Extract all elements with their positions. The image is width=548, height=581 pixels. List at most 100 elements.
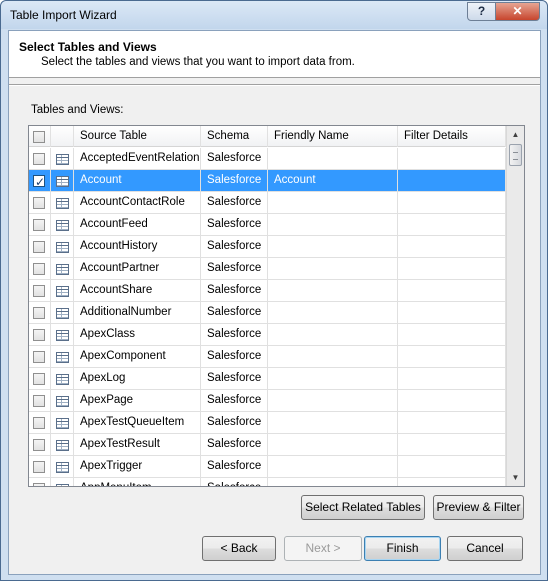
table-row[interactable]: AccountContactRole Salesforce <box>29 192 506 214</box>
row-checkbox[interactable] <box>33 439 45 451</box>
table-row[interactable]: ApexTestQueueItem Salesforce <box>29 412 506 434</box>
table-row[interactable]: AppMenuItemSalesforce <box>29 478 506 486</box>
friendly-name-cell[interactable] <box>268 412 398 434</box>
row-check-cell[interactable] <box>29 148 51 170</box>
filter-details-cell <box>398 456 506 478</box>
friendly-name-cell[interactable] <box>268 302 398 324</box>
table-row[interactable]: AccountSalesforceAccount <box>29 170 506 192</box>
friendly-name-cell[interactable]: Account <box>268 170 398 192</box>
row-checkbox[interactable] <box>33 172 45 192</box>
row-check-cell[interactable] <box>29 346 51 368</box>
column-header-friendly-name[interactable]: Friendly Name <box>268 126 398 147</box>
column-header-source-table[interactable]: Source Table <box>74 126 201 147</box>
row-check-cell[interactable] <box>29 258 51 280</box>
friendly-name-cell[interactable] <box>268 368 398 390</box>
select-all-checkbox[interactable] <box>33 131 45 143</box>
table-row[interactable]: ApexClass Salesforce <box>29 324 506 346</box>
column-header-schema[interactable]: Schema <box>201 126 268 147</box>
friendly-name-cell[interactable] <box>268 346 398 368</box>
row-check-cell[interactable] <box>29 192 51 214</box>
scroll-down-arrow-icon[interactable]: ▼ <box>507 469 524 486</box>
row-checkbox[interactable] <box>33 329 45 341</box>
filter-details-cell <box>398 214 506 236</box>
row-checkbox[interactable] <box>33 351 45 363</box>
cancel-button[interactable]: Cancel <box>447 536 523 561</box>
back-button[interactable]: < Back <box>202 536 276 561</box>
row-check-cell[interactable] <box>29 390 51 412</box>
schema-cell: Salesforce <box>201 236 268 258</box>
table-row[interactable]: AdditionalNumber Salesforce <box>29 302 506 324</box>
close-button[interactable]: ✕ <box>495 2 540 21</box>
row-check-cell[interactable] <box>29 170 51 192</box>
friendly-name-cell[interactable] <box>268 456 398 478</box>
row-checkbox[interactable] <box>33 197 45 209</box>
column-header-filter-details[interactable]: Filter Details <box>398 126 506 147</box>
row-icon-cell <box>51 236 74 258</box>
row-checkbox[interactable] <box>33 263 45 275</box>
select-all-cell[interactable] <box>29 126 51 147</box>
row-check-cell[interactable] <box>29 214 51 236</box>
row-checkbox[interactable] <box>33 483 45 486</box>
row-check-cell[interactable] <box>29 456 51 478</box>
table-row[interactable]: AccountShare Salesforce <box>29 280 506 302</box>
source-table-cell: ApexTestQueueItem <box>74 412 201 434</box>
filter-details-cell <box>398 170 506 192</box>
table-icon <box>56 154 69 165</box>
row-icon-cell <box>51 368 74 390</box>
wizard-header: Select Tables and Views Select the table… <box>9 31 540 78</box>
header-divider <box>9 84 540 86</box>
row-checkbox[interactable] <box>33 285 45 297</box>
table-row[interactable]: AccountPartner Salesforce <box>29 258 506 280</box>
friendly-name-cell[interactable] <box>268 192 398 214</box>
table-icon <box>56 484 69 486</box>
friendly-name-cell[interactable] <box>268 280 398 302</box>
source-table-cell: AccountContactRole <box>74 192 201 214</box>
row-checkbox[interactable] <box>33 219 45 231</box>
row-check-cell[interactable] <box>29 280 51 302</box>
filter-details-cell <box>398 346 506 368</box>
row-checkbox[interactable] <box>33 461 45 473</box>
row-check-cell[interactable] <box>29 478 51 486</box>
vertical-scrollbar[interactable]: ▲ ▼ <box>506 126 524 486</box>
title-bar[interactable]: Table Import Wizard ? ✕ <box>1 1 547 29</box>
friendly-name-cell[interactable] <box>268 324 398 346</box>
row-check-cell[interactable] <box>29 434 51 456</box>
source-table-cell: Account <box>74 170 201 192</box>
friendly-name-cell[interactable] <box>268 214 398 236</box>
table-row[interactable]: AccountHistory Salesforce <box>29 236 506 258</box>
row-checkbox[interactable] <box>33 241 45 253</box>
row-checkbox[interactable] <box>33 417 45 429</box>
help-button[interactable]: ? <box>467 2 496 21</box>
friendly-name-cell[interactable] <box>268 478 398 486</box>
table-row[interactable]: ApexTestResult Salesforce <box>29 434 506 456</box>
next-button[interactable]: Next > <box>284 536 362 561</box>
scroll-thumb[interactable] <box>509 144 522 166</box>
table-row[interactable]: ApexPage Salesforce <box>29 390 506 412</box>
friendly-name-cell[interactable] <box>268 258 398 280</box>
friendly-name-cell[interactable] <box>268 434 398 456</box>
row-check-cell[interactable] <box>29 236 51 258</box>
row-checkbox[interactable] <box>33 373 45 385</box>
table-row[interactable]: ApexTrigger Salesforce <box>29 456 506 478</box>
friendly-name-cell[interactable] <box>268 390 398 412</box>
finish-button[interactable]: Finish <box>364 536 441 561</box>
source-table-cell: AccountPartner <box>74 258 201 280</box>
row-icon-cell <box>51 434 74 456</box>
table-row[interactable]: AcceptedEventRelation Salesforce <box>29 148 506 170</box>
row-checkbox[interactable] <box>33 153 45 165</box>
row-check-cell[interactable] <box>29 412 51 434</box>
preview-filter-button[interactable]: Preview & Filter <box>433 495 524 520</box>
row-check-cell[interactable] <box>29 302 51 324</box>
table-row[interactable]: ApexLog Salesforce <box>29 368 506 390</box>
row-check-cell[interactable] <box>29 324 51 346</box>
scroll-up-arrow-icon[interactable]: ▲ <box>507 126 524 143</box>
table-row[interactable]: ApexComponent Salesforce <box>29 346 506 368</box>
select-related-tables-button[interactable]: Select Related Tables <box>301 495 425 520</box>
friendly-name-cell[interactable] <box>268 236 398 258</box>
row-checkbox[interactable] <box>33 395 45 407</box>
row-icon-cell <box>51 258 74 280</box>
friendly-name-cell[interactable] <box>268 148 398 170</box>
row-checkbox[interactable] <box>33 307 45 319</box>
row-check-cell[interactable] <box>29 368 51 390</box>
table-row[interactable]: AccountFeed Salesforce <box>29 214 506 236</box>
